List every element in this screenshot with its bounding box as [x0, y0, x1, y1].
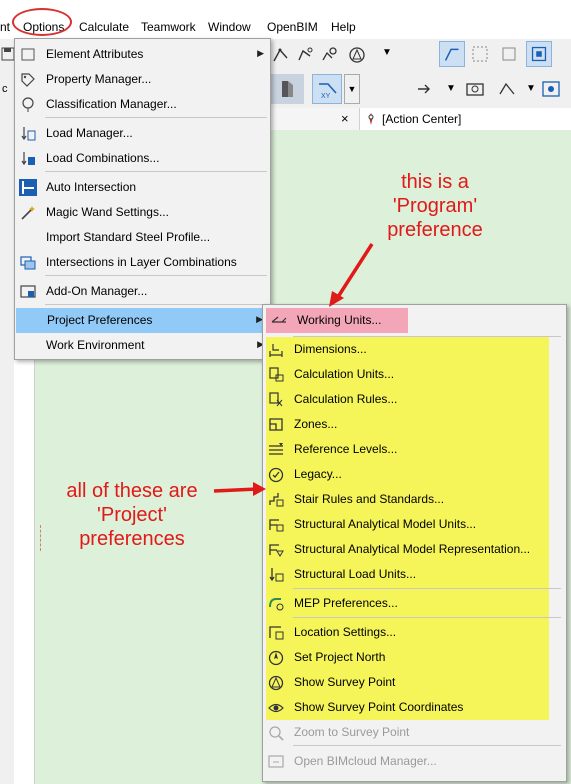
annotation-arrows	[213, 243, 374, 496]
project-arrow	[213, 487, 259, 493]
project-arrow-head	[253, 482, 266, 496]
program-arrow	[334, 243, 374, 301]
